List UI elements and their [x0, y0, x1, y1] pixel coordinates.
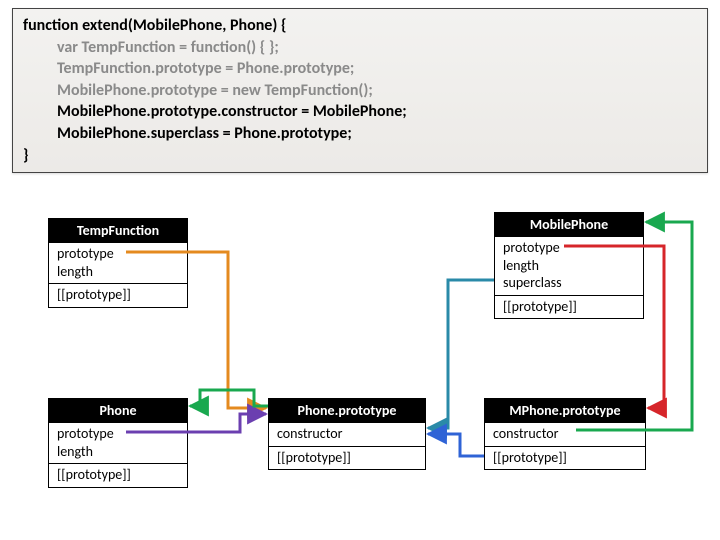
prop-label: length	[503, 257, 635, 275]
box-mphone-prototype: MPhone.prototype constructor [[prototype…	[484, 398, 646, 470]
arrow-phoneproto-constructor	[190, 390, 268, 406]
prop-label: prototype	[57, 425, 179, 443]
arrow-mproto-internal	[428, 434, 484, 456]
internal: [[prototype]]	[495, 295, 643, 319]
prop-label: prototype	[57, 245, 179, 263]
prop: constructor	[269, 422, 425, 446]
code-line: MobilePhone.prototype = new TempFunction…	[23, 80, 697, 102]
code-line: MobilePhone.prototype.constructor = Mobi…	[23, 101, 697, 123]
box-title: Phone	[49, 399, 187, 422]
code-line: function extend(MobilePhone, Phone) {	[23, 15, 697, 37]
box-mobilephone: MobilePhone prototype length superclass …	[494, 212, 644, 319]
prop: prototype length	[49, 422, 187, 463]
code-line: MobilePhone.superclass = Phone.prototype…	[23, 123, 697, 145]
prop-label: superclass	[503, 274, 635, 292]
internal: [[prototype]]	[49, 463, 187, 487]
box-title: MobilePhone	[495, 213, 643, 236]
code-line: }	[23, 145, 697, 167]
prop-label: length	[57, 263, 179, 281]
code-block: function extend(MobilePhone, Phone) { va…	[12, 8, 708, 173]
internal: [[prototype]]	[485, 446, 645, 470]
internal: [[prototype]]	[49, 283, 187, 307]
prop-label: prototype	[503, 239, 635, 257]
box-title: TempFunction	[49, 219, 187, 242]
prop: prototype length	[49, 242, 187, 283]
prop: constructor	[485, 422, 645, 446]
internal: [[prototype]]	[269, 446, 425, 470]
prop-label: length	[57, 443, 179, 461]
box-phone-prototype: Phone.prototype constructor [[prototype]…	[268, 398, 426, 470]
box-tempfunction: TempFunction prototype length [[prototyp…	[48, 218, 188, 308]
code-line: var TempFunction = function() { };	[23, 37, 697, 59]
code-line: TempFunction.prototype = Phone.prototype…	[23, 58, 697, 80]
prop: prototype length superclass	[495, 236, 643, 295]
box-title: MPhone.prototype	[485, 399, 645, 422]
box-title: Phone.prototype	[269, 399, 425, 422]
box-phone: Phone prototype length [[prototype]]	[48, 398, 188, 488]
